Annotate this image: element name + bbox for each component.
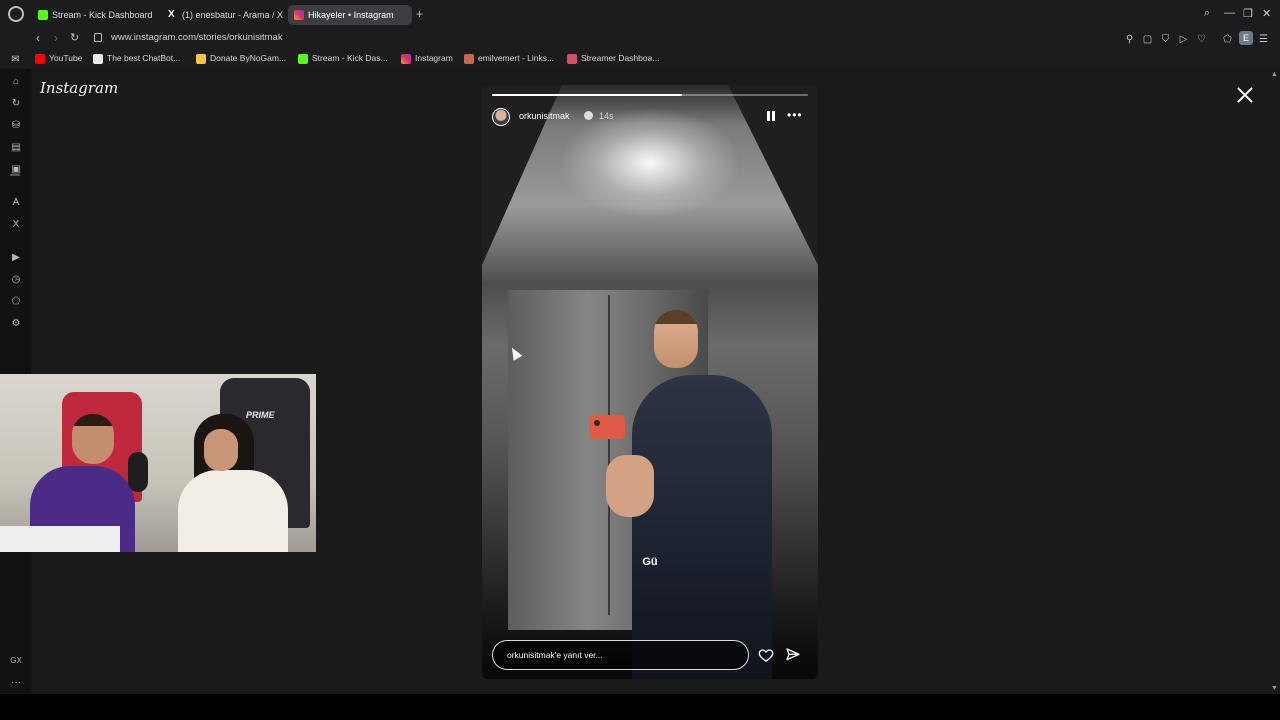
- play-icon[interactable]: ▷: [1178, 34, 1189, 45]
- forward-icon[interactable]: ›: [54, 31, 58, 45]
- webcam-image-part: [178, 470, 288, 552]
- webcam-image-part: [72, 414, 114, 464]
- bookmark-label: Stream - Kick Das...: [312, 53, 388, 63]
- tab-x-search[interactable]: X (1) enesbatur - Arama / X: [162, 5, 284, 25]
- story-header: orkunisitmak 14s •••: [492, 106, 808, 128]
- linktree-icon: [464, 54, 474, 64]
- restore-icon[interactable]: ❐: [1243, 7, 1253, 20]
- heart-icon[interactable]: ♡: [1196, 34, 1207, 45]
- story-image-part: [654, 310, 698, 368]
- story-caption: Gü: [642, 556, 658, 568]
- extensions-icon[interactable]: ⬠: [1222, 34, 1233, 45]
- bookmark-streamer-dashboard[interactable]: Streamer Dashboa...: [567, 53, 660, 64]
- story-progress-bar: [492, 94, 808, 96]
- profile-avatar[interactable]: E: [1239, 31, 1253, 45]
- story-image-part: [589, 415, 625, 439]
- x-icon: X: [168, 9, 175, 20]
- tab-label: Hikayeler • Instagram: [308, 10, 394, 20]
- player-icon[interactable]: ▶: [10, 252, 22, 264]
- youtube-icon: [35, 54, 45, 64]
- chatbot-icon: [93, 54, 103, 64]
- bag-icon[interactable]: ⛁: [10, 120, 22, 132]
- shield-icon[interactable]: ⛉: [1160, 34, 1171, 45]
- bookmark-label: The best ChatBot...: [107, 53, 181, 63]
- like-heart-icon[interactable]: [758, 647, 774, 663]
- tab-bar: Stream - Kick Dashboard X (1) enesbatur …: [0, 0, 1280, 29]
- scrollbar[interactable]: ▲ ▼: [1269, 69, 1280, 694]
- send-icon[interactable]: [785, 647, 801, 663]
- browser-logo-icon[interactable]: [8, 6, 24, 22]
- webcam-image-part: [0, 526, 120, 552]
- lock-icon: [94, 33, 102, 42]
- bookmark-youtube[interactable]: YouTube: [35, 53, 83, 64]
- tab-label: Stream - Kick Dashboard: [52, 10, 153, 20]
- story-username[interactable]: orkunisitmak: [519, 111, 570, 121]
- bookmark-label: Instagram: [415, 53, 453, 63]
- bookmark-linktree[interactable]: emilvemert - Links...: [464, 53, 555, 64]
- bookmark-label: emilvemert - Links...: [478, 53, 555, 63]
- kick-icon: [298, 54, 308, 64]
- tab-kick-dashboard[interactable]: Stream - Kick Dashboard: [32, 5, 156, 25]
- instagram-icon: [294, 10, 304, 20]
- x-icon[interactable]: X: [10, 219, 22, 231]
- app-a-icon[interactable]: A: [10, 197, 22, 209]
- pin-icon[interactable]: ⚲: [1124, 34, 1135, 45]
- reload-icon[interactable]: ↻: [70, 31, 79, 44]
- address-bar: ‹ › ↻ www.instagram.com/stories/orkunisi…: [0, 29, 1280, 50]
- close-window-icon[interactable]: ✕: [1262, 7, 1271, 20]
- avatar[interactable]: [492, 108, 510, 126]
- bookmark-donate[interactable]: Donate ByNoGam...: [196, 53, 287, 64]
- speed-dial-icon[interactable]: ⌂: [10, 76, 22, 88]
- scroll-up-icon[interactable]: ▲: [1271, 71, 1278, 78]
- tab-label: (1) enesbatur - Arama / X: [182, 10, 284, 20]
- bottom-strip: [0, 694, 1280, 720]
- kick-icon: [38, 10, 48, 20]
- story-image-part: [632, 375, 772, 679]
- instagram-logo[interactable]: Instagram: [40, 79, 118, 97]
- tab-instagram-stories[interactable]: Hikayeler • Instagram: [288, 5, 412, 25]
- microphone-image: [128, 452, 148, 492]
- reply-input[interactable]: orkunisitmak'e yanıt ver...: [492, 640, 749, 670]
- more-icon[interactable]: ···: [10, 677, 22, 689]
- story-viewer[interactable]: orkunisitmak 14s ••• Gü orkunisitmak'e y…: [482, 85, 818, 679]
- extensions-icon[interactable]: ⬠: [10, 296, 22, 308]
- menu-icon[interactable]: ☰: [1258, 34, 1269, 45]
- bookmark-kick[interactable]: Stream - Kick Das...: [298, 53, 388, 64]
- donate-icon: [196, 54, 206, 64]
- streamer-icon: [567, 54, 577, 64]
- url-field[interactable]: www.instagram.com/stories/orkunisitmak: [111, 32, 283, 43]
- bookmark-chatbot[interactable]: The best ChatBot...: [93, 53, 181, 64]
- bookmark-instagram[interactable]: Instagram: [401, 53, 453, 64]
- story-image-part: [606, 455, 654, 517]
- story-time: 14s: [599, 111, 614, 121]
- more-options-icon[interactable]: •••: [787, 108, 803, 122]
- snapshot-icon[interactable]: ▢: [1142, 34, 1153, 45]
- search-icon[interactable]: ⌕: [1204, 7, 1210, 20]
- settings-icon[interactable]: ⚙: [10, 318, 22, 330]
- pause-icon[interactable]: [766, 111, 776, 121]
- new-tab-button[interactable]: +: [416, 7, 423, 21]
- notes-icon[interactable]: ▤: [10, 142, 22, 154]
- story-progress-fill: [492, 94, 682, 96]
- webcam-image-part: [204, 429, 238, 471]
- clock-icon[interactable]: ◷: [10, 274, 22, 286]
- verified-badge-icon: [584, 111, 593, 120]
- back-icon[interactable]: ‹: [36, 31, 40, 45]
- bookmark-label: Streamer Dashboa...: [581, 53, 660, 63]
- messenger-icon[interactable]: ✉: [10, 54, 21, 65]
- bookmark-label: YouTube: [49, 53, 83, 63]
- scroll-down-icon[interactable]: ▼: [1271, 685, 1278, 692]
- close-story-icon[interactable]: [1235, 85, 1255, 105]
- minimize-icon[interactable]: —: [1224, 7, 1235, 19]
- bookmark-label: Donate ByNoGam...: [210, 53, 287, 63]
- webcam-overlay: PRIME: [0, 374, 316, 552]
- history-refresh-icon[interactable]: ↻: [10, 98, 22, 110]
- gx-label[interactable]: GX: [10, 655, 22, 667]
- bookmarks-bar: ✉ YouTube The best ChatBot... Donate ByN…: [0, 50, 1280, 69]
- instagram-icon: [401, 54, 411, 64]
- sidebar-divider: [10, 174, 20, 176]
- chair-brand-text: PRIME: [246, 410, 275, 420]
